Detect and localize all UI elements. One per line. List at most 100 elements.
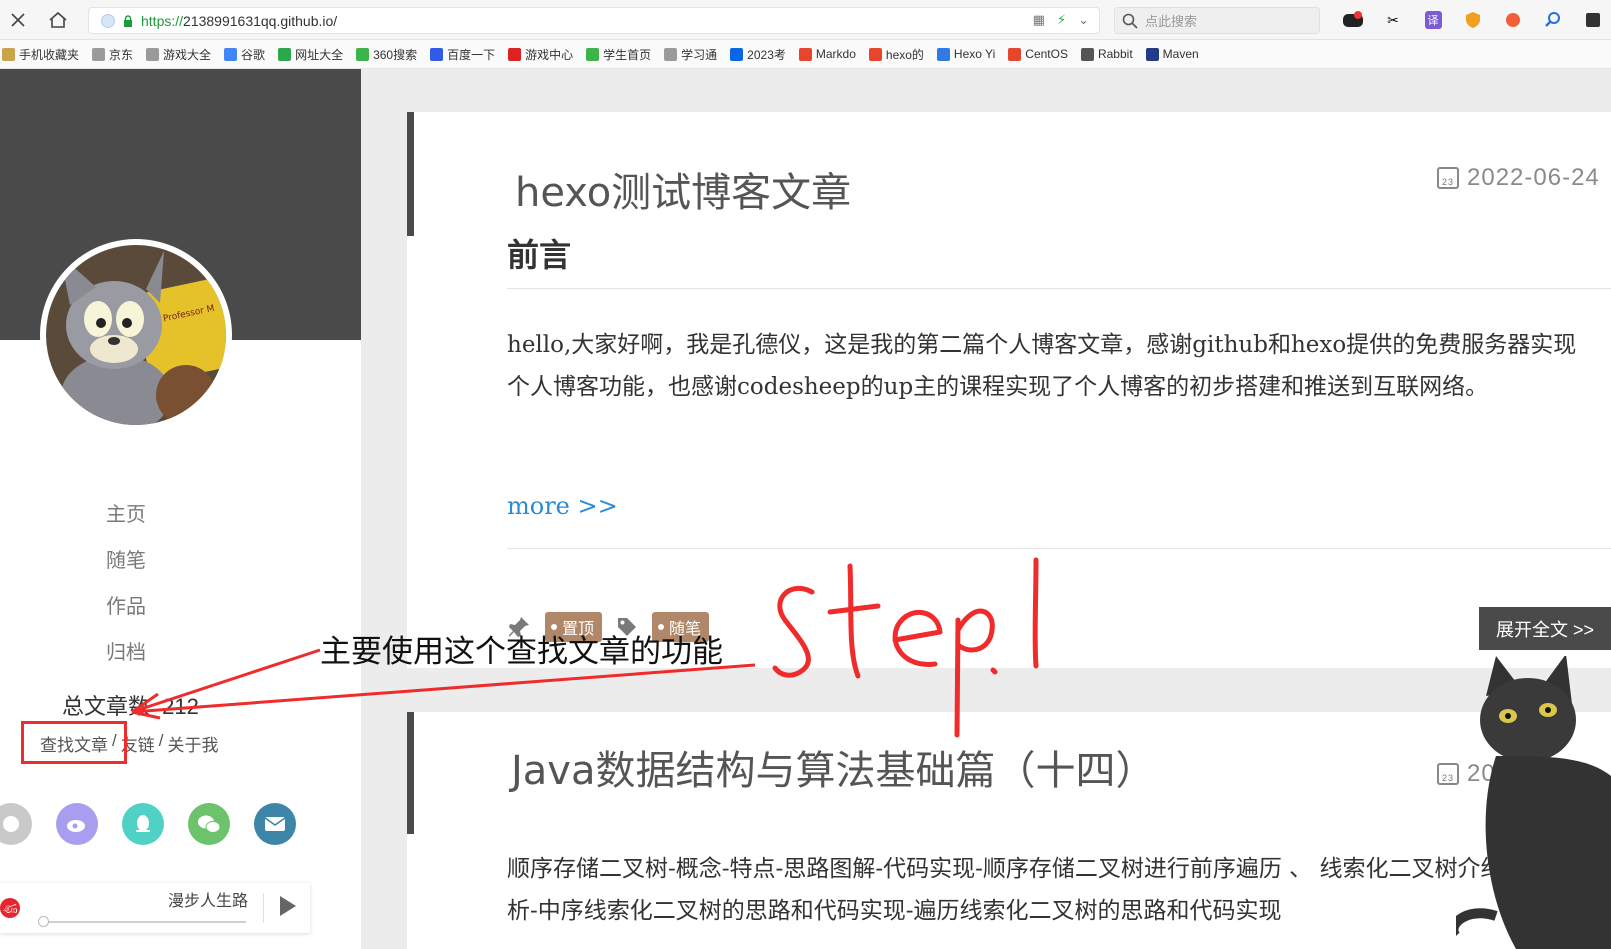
post-card: hexo测试博客文章 23 2022-06-24 前言 hello,大家好啊，我… <box>407 112 1611 668</box>
home-icon[interactable] <box>46 8 70 32</box>
game-ext-icon[interactable] <box>1340 9 1366 31</box>
browser-toolbar: https://2138991631qq.github.io/ ▦ ⚡ ⌄ 点此… <box>0 0 1611 40</box>
search-box[interactable]: 点此搜索 <box>1114 7 1320 34</box>
social-icons <box>0 803 296 845</box>
bookmark-item[interactable]: 百度一下 <box>430 46 495 63</box>
game-icon <box>508 47 522 61</box>
post-date-text: 2022-06-24 <box>1467 164 1600 191</box>
cat-mascot <box>1456 656 1611 949</box>
bookmark-item[interactable]: Rabbit <box>1080 47 1133 61</box>
bookmark-item[interactable]: 谷歌 <box>224 46 265 63</box>
post-card: Java数据结构与算法基础篇（十四） 23 202 顺序存储二叉树-概念-特点-… <box>407 712 1611 949</box>
email-icon[interactable] <box>254 803 296 845</box>
total-posts: 总文章数 212 <box>62 689 199 721</box>
annotation-note: 主要使用这个查找文章的功能 <box>320 634 723 669</box>
bookmark-item[interactable]: 360搜索 <box>356 46 417 63</box>
bookmark-item[interactable]: Hexo Yi <box>936 47 995 61</box>
scissors-icon[interactable]: ✂ <box>1380 9 1406 31</box>
sidebar-menu-item[interactable]: 主页 <box>106 489 146 535</box>
rabbit-icon <box>1080 47 1094 61</box>
bookmark-label: Maven <box>1162 47 1199 61</box>
google-icon <box>224 47 238 61</box>
avatar[interactable]: Professor M <box>40 239 232 431</box>
bookmark-label: CentOS <box>1025 47 1068 61</box>
bookmark-item[interactable]: 游戏大全 <box>146 46 211 63</box>
avatar-image: Professor M <box>46 245 226 425</box>
post-title[interactable]: Java数据结构与算法基础篇（十四） <box>511 738 1156 796</box>
puzzle-ext-icon[interactable] <box>1500 9 1526 31</box>
site-info-icon[interactable] <box>101 13 115 28</box>
bookmark-item[interactable]: 学生首页 <box>586 46 651 63</box>
bookmark-item[interactable]: 手机收藏夹 <box>2 46 79 63</box>
heading-rule <box>507 288 1611 289</box>
bookmark-label: 手机收藏夹 <box>19 47 80 62</box>
sidebar-menu-item[interactable]: 归档 <box>106 627 146 673</box>
folder-icon <box>2 47 15 61</box>
bookmark-item[interactable]: hexo的 <box>868 46 924 63</box>
bookmark-label: Rabbit <box>1097 47 1133 61</box>
chevron-down-icon[interactable]: ⌄ <box>1078 12 1089 28</box>
bookmark-item[interactable]: Maven <box>1145 47 1199 61</box>
csdn-icon <box>798 47 812 61</box>
speed-icon[interactable]: ⚡ <box>1057 12 1066 28</box>
bookmark-label: 谷歌 <box>241 47 266 62</box>
close-icon[interactable] <box>6 8 30 32</box>
shield-ext-icon[interactable] <box>1460 9 1486 31</box>
annotation-highlight-box <box>21 721 127 764</box>
student-icon <box>586 47 600 61</box>
bookmark-label: 游戏中心 <box>525 47 574 62</box>
screen: https://2138991631qq.github.io/ ▦ ⚡ ⌄ 点此… <box>0 0 1611 949</box>
search-placeholder: 点此搜索 <box>1145 14 1198 29</box>
about-me-link[interactable]: 关于我 <box>167 731 218 756</box>
more-link[interactable]: more >> <box>507 492 618 520</box>
play-icon[interactable] <box>280 896 296 916</box>
translate-icon[interactable]: 译 <box>1420 9 1446 31</box>
read-more-button[interactable]: 展开全文 >> <box>1479 607 1611 650</box>
github-icon[interactable] <box>0 803 32 845</box>
bookmark-item[interactable]: 学习通 <box>664 46 717 63</box>
bookmarks-bar: 手机收藏夹 京东 游戏大全 谷歌 网址大全 360搜索 百度一下 游戏中心 学生首页 学习通 202… <box>0 40 1611 69</box>
url-text: https://2138991631qq.github.io/ <box>141 12 338 29</box>
page-icon <box>146 47 160 61</box>
post-date: 23 2022-06-24 <box>1437 164 1600 192</box>
window-ext-icon[interactable] <box>1580 9 1606 31</box>
bookmark-label: 2023考 <box>747 47 786 62</box>
card-accent-bar <box>407 712 414 834</box>
bookmark-label: 学生首页 <box>603 47 652 62</box>
sidebar-menu: 主页 随笔 作品 归档 <box>106 489 146 673</box>
music-player: ණ 漫步人生路 <box>0 883 310 933</box>
bookmark-item[interactable]: CentOS <box>1008 47 1068 61</box>
csdn-icon <box>868 47 882 61</box>
wechat-icon[interactable] <box>188 803 230 845</box>
lock-icon <box>124 14 132 27</box>
post-excerpt: hello,大家好啊，我是孔德仪，这是我的第二篇个人博客文章，感谢github和… <box>507 332 1577 400</box>
qr-code-icon[interactable]: ▦ <box>1033 12 1045 28</box>
total-posts-count: 212 <box>162 694 199 719</box>
sidebar-menu-item[interactable]: 随笔 <box>106 535 146 581</box>
bookmark-item[interactable]: 京东 <box>92 46 133 63</box>
bookmark-label: 京东 <box>109 47 134 62</box>
post-heading: 前言 <box>507 237 572 273</box>
bookmark-item[interactable]: Markdo <box>798 47 856 61</box>
baidu-icon <box>430 47 444 61</box>
total-posts-label: 总文章数 <box>62 694 151 719</box>
bookmark-item[interactable]: 2023考 <box>730 46 786 63</box>
post-title[interactable]: hexo测试博客文章 <box>515 160 851 218</box>
progress-knob[interactable] <box>38 916 49 927</box>
magnifier-ext-icon[interactable] <box>1540 9 1566 31</box>
bookmark-item[interactable]: 游戏中心 <box>508 46 573 63</box>
netease-music-icon[interactable]: ණ <box>0 896 24 920</box>
bookmark-item[interactable]: 网址大全 <box>278 46 343 63</box>
progress-bar[interactable] <box>40 921 246 923</box>
blog-sidebar: Professor M 主页 随笔 作品 归档 总文章数 212 查找文章 / … <box>0 69 361 949</box>
bookmark-label: 网址大全 <box>295 47 344 62</box>
csdn-icon <box>1008 47 1022 61</box>
sidebar-menu-item[interactable]: 作品 <box>106 581 146 627</box>
weibo-icon[interactable] <box>56 803 98 845</box>
address-bar[interactable]: https://2138991631qq.github.io/ ▦ ⚡ ⌄ <box>88 7 1100 34</box>
qq-icon[interactable] <box>122 803 164 845</box>
calendar-icon: 23 <box>1437 167 1459 189</box>
bookmark-label: 360搜索 <box>373 47 418 62</box>
svg-text:ණ: ණ <box>3 902 18 917</box>
search-icon <box>1122 13 1138 29</box>
